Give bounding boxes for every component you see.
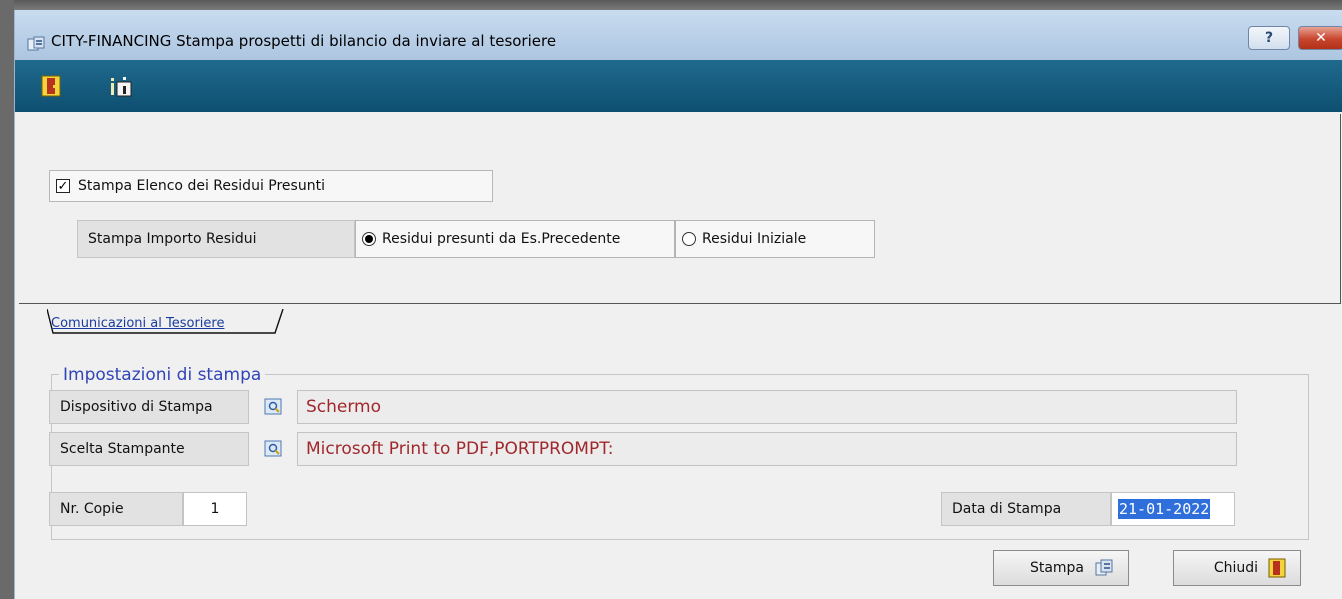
device-lookup-button[interactable] xyxy=(259,390,289,424)
magnifier-icon xyxy=(264,398,282,415)
printer-label: Scelta Stampante xyxy=(49,432,249,466)
date-label: Data di Stampa xyxy=(941,492,1111,526)
radio-precedente-label: Residui presunti da Es.Precedente xyxy=(382,231,621,247)
desktop-background xyxy=(0,0,1342,10)
exit-door-icon[interactable] xyxy=(39,74,65,98)
date-value: 21-01-2022 xyxy=(1118,499,1211,519)
residui-checkbox[interactable]: ✓ xyxy=(56,179,70,193)
main-window: CITY-FINANCING Stampa prospetti di bilan… xyxy=(14,10,1342,599)
tab-comunicazioni-tesoriere[interactable]: Comunicazioni al Tesoriere xyxy=(51,316,224,331)
date-input[interactable]: 21-01-2022 xyxy=(1111,492,1235,526)
printer-value: Microsoft Print to PDF,PORTPROMPT: xyxy=(297,432,1237,466)
window-title: CITY-FINANCING Stampa prospetti di bilan… xyxy=(51,32,557,50)
residui-amount-label: Stampa Importo Residui xyxy=(77,220,355,258)
copies-input[interactable]: 1 xyxy=(183,492,247,526)
radio-precedente-button[interactable] xyxy=(362,232,376,246)
info-icon[interactable] xyxy=(109,74,135,98)
radio-residui-precedente[interactable]: Residui presunti da Es.Precedente xyxy=(355,220,675,258)
print-button-label: Stampa xyxy=(1029,560,1084,576)
print-icon xyxy=(1095,559,1113,576)
close-button[interactable]: Chiudi xyxy=(1173,550,1301,586)
radio-iniziale-label: Residui Iniziale xyxy=(702,231,807,247)
print-button[interactable]: Stampa xyxy=(993,550,1129,586)
radio-iniziale-button[interactable] xyxy=(682,232,696,246)
device-label: Dispositivo di Stampa xyxy=(49,390,249,424)
help-button[interactable]: ? xyxy=(1248,26,1290,50)
residui-checkbox-row[interactable]: ✓ Stampa Elenco dei Residui Presunti xyxy=(49,170,493,202)
close-button-label: Chiudi xyxy=(1213,560,1258,576)
device-value: Schermo xyxy=(297,390,1237,424)
residui-checkbox-label: Stampa Elenco dei Residui Presunti xyxy=(78,178,325,194)
close-window-button[interactable]: ✕ xyxy=(1298,26,1342,50)
toolbar xyxy=(15,60,1342,112)
exit-door-icon xyxy=(1268,558,1286,578)
copies-label: Nr. Copie xyxy=(49,492,183,526)
print-settings-title: Impostazioni di stampa xyxy=(59,365,266,385)
printer-lookup-button[interactable] xyxy=(259,432,289,466)
desktop-background-left xyxy=(0,0,14,599)
app-icon xyxy=(27,36,45,51)
magnifier-icon xyxy=(264,440,282,457)
radio-residui-iniziale[interactable]: Residui Iniziale xyxy=(675,220,875,258)
options-panel xyxy=(19,114,1341,304)
